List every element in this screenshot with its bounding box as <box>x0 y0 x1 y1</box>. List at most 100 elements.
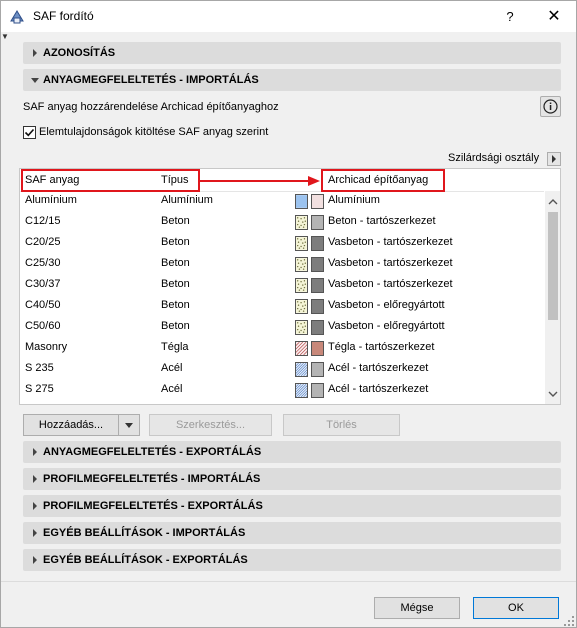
scroll-up-icon[interactable] <box>545 194 561 210</box>
table-row[interactable]: S 235 Acél Acél - tartószerkezet <box>20 359 544 380</box>
saf-material-cell: C12/15 <box>25 215 61 227</box>
fill-pattern-icon <box>295 320 308 335</box>
scroll-down-icon[interactable] <box>545 386 561 402</box>
saf-material-cell: C50/60 <box>25 320 61 332</box>
fill-pattern-icon <box>295 215 308 230</box>
type-cell: Beton <box>161 236 190 248</box>
type-cell: Acél <box>161 383 183 395</box>
section-material-import[interactable]: ANYAGMEGFELELTETÉS - IMPORTÁLÁS <box>23 69 561 91</box>
chevron-right-icon <box>33 502 37 510</box>
resize-grip-icon[interactable] <box>563 615 575 627</box>
chevron-down-icon <box>31 78 39 83</box>
archicad-material-cell[interactable]: Alumínium <box>328 194 380 206</box>
surface-color-swatch <box>311 383 324 398</box>
archicad-material-cell[interactable]: Vasbeton - tartószerkezet <box>328 236 453 248</box>
highlight-box-archicad-column <box>321 169 445 192</box>
type-cell: Beton <box>161 278 190 290</box>
chevron-right-icon <box>552 155 556 163</box>
ok-button[interactable]: OK <box>473 597 559 619</box>
material-mapping-table: SAF anyag Típus Archicad építőanyag Alum… <box>19 168 561 405</box>
window-title: SAF fordító <box>33 9 94 23</box>
section-label: ANYAGMEGFELELTETÉS - IMPORTÁLÁS <box>43 74 259 86</box>
table-row[interactable]: C12/15 Beton Beton - tartószerkezet <box>20 212 544 233</box>
archicad-material-cell[interactable]: Tégla - tartószerkezet <box>328 341 434 353</box>
type-cell: Acél <box>161 362 183 374</box>
material-import-subtitle: SAF anyag hozzárendelése Archicad építőa… <box>23 101 279 113</box>
add-dropdown-button[interactable] <box>118 414 140 436</box>
surface-color-swatch <box>311 320 324 335</box>
section-label: EGYÉB BEÁLLÍTÁSOK - IMPORTÁLÁS <box>43 527 246 539</box>
section-other-import[interactable]: EGYÉB BEÁLLÍTÁSOK - IMPORTÁLÁS <box>23 522 561 544</box>
type-cell: Beton <box>161 257 190 269</box>
type-cell: Beton <box>161 215 190 227</box>
archicad-material-cell[interactable]: Vasbeton - előregyártott <box>328 299 445 311</box>
close-button[interactable]: ✕ <box>535 1 573 32</box>
type-cell: Beton <box>161 299 190 311</box>
archicad-material-cell[interactable]: Beton - tartószerkezet <box>328 215 436 227</box>
fill-pattern-icon <box>295 341 308 356</box>
info-icon <box>543 99 558 114</box>
edit-button[interactable]: Szerkesztés... <box>149 414 272 436</box>
footer-divider <box>1 581 576 582</box>
section-profile-export[interactable]: PROFILMEGFELELTETÉS - EXPORTÁLÁS <box>23 495 561 517</box>
table-scrollbar[interactable] <box>545 191 561 404</box>
checkmark-icon <box>24 128 35 137</box>
table-row[interactable]: C30/37 Beton Vasbeton - tartószerkezet <box>20 275 544 296</box>
chevron-right-icon <box>33 49 37 57</box>
table-row[interactable]: C50/60 Beton Vasbeton - előregyártott <box>20 317 544 338</box>
archicad-material-cell[interactable]: Acél - tartószerkezet <box>328 362 428 374</box>
section-identification[interactable]: AZONOSÍTÁS <box>23 42 561 64</box>
table-row[interactable]: C25/30 Beton Vasbeton - tartószerkezet <box>20 254 544 275</box>
scrollbar-thumb[interactable] <box>548 212 558 320</box>
chevron-right-icon <box>33 556 37 564</box>
section-other-export[interactable]: EGYÉB BEÁLLÍTÁSOK - EXPORTÁLÁS <box>23 549 561 571</box>
surface-color-swatch <box>311 236 324 251</box>
archicad-material-cell[interactable]: Acél - tartószerkezet <box>328 383 428 395</box>
delete-button[interactable]: Törlés <box>283 414 400 436</box>
archicad-material-cell[interactable]: Vasbeton - előregyártott <box>328 320 445 332</box>
archicad-material-cell[interactable]: Vasbeton - tartószerkezet <box>328 257 453 269</box>
table-row[interactable]: C40/50 Beton Vasbeton - előregyártott <box>20 296 544 317</box>
surface-color-swatch <box>311 194 324 209</box>
add-button[interactable]: Hozzáadás... <box>23 414 119 436</box>
fill-properties-checkbox[interactable] <box>23 126 36 139</box>
surface-color-swatch <box>311 278 324 293</box>
surface-color-swatch <box>311 215 324 230</box>
fill-pattern-icon <box>295 194 308 209</box>
fill-pattern-icon <box>295 257 308 272</box>
saf-material-cell: C30/37 <box>25 278 61 290</box>
table-row[interactable]: Alumínium Alumínium Alumínium <box>20 191 544 212</box>
section-label: PROFILMEGFELELTETÉS - IMPORTÁLÁS <box>43 473 261 485</box>
info-button[interactable] <box>540 96 561 117</box>
saf-material-cell: C25/30 <box>25 257 61 269</box>
section-label: EGYÉB BEÁLLÍTÁSOK - EXPORTÁLÁS <box>43 554 248 566</box>
strength-class-label: Szilárdsági osztály <box>448 152 540 164</box>
section-label: ANYAGMEGFELELTETÉS - EXPORTÁLÁS <box>43 446 262 458</box>
chevron-down-icon <box>125 423 133 428</box>
fill-pattern-icon <box>295 362 308 377</box>
section-material-export[interactable]: ANYAGMEGFELELTETÉS - EXPORTÁLÁS <box>23 441 561 463</box>
fill-pattern-icon <box>295 278 308 293</box>
table-row[interactable]: C20/25 Beton Vasbeton - tartószerkezet <box>20 233 544 254</box>
archicad-app-icon <box>10 10 24 24</box>
section-profile-import[interactable]: PROFILMEGFELELTETÉS - IMPORTÁLÁS <box>23 468 561 490</box>
dropdown-corner-icon: ▼ <box>1 32 9 41</box>
strength-class-expand-button[interactable] <box>547 152 561 166</box>
saf-material-cell: Masonry <box>25 341 68 353</box>
mapping-arrow-icon <box>200 176 320 186</box>
archicad-material-cell[interactable]: Vasbeton - tartószerkezet <box>328 278 453 290</box>
type-cell: Tégla <box>161 341 189 353</box>
saf-material-cell: Alumínium <box>25 194 77 206</box>
chevron-right-icon <box>33 475 37 483</box>
type-cell: Beton <box>161 320 190 332</box>
help-button[interactable]: ? <box>491 1 529 32</box>
saf-material-cell: C40/50 <box>25 299 61 311</box>
table-row[interactable]: Masonry Tégla Tégla - tartószerkezet <box>20 338 544 359</box>
table-row[interactable]: S 275 Acél Acél - tartószerkezet <box>20 380 544 401</box>
chevron-right-icon <box>33 529 37 537</box>
surface-color-swatch <box>311 362 324 377</box>
chevron-right-icon <box>33 448 37 456</box>
highlight-box-saf-columns <box>21 169 200 192</box>
cancel-button[interactable]: Mégse <box>374 597 460 619</box>
saf-material-cell: C20/25 <box>25 236 61 248</box>
